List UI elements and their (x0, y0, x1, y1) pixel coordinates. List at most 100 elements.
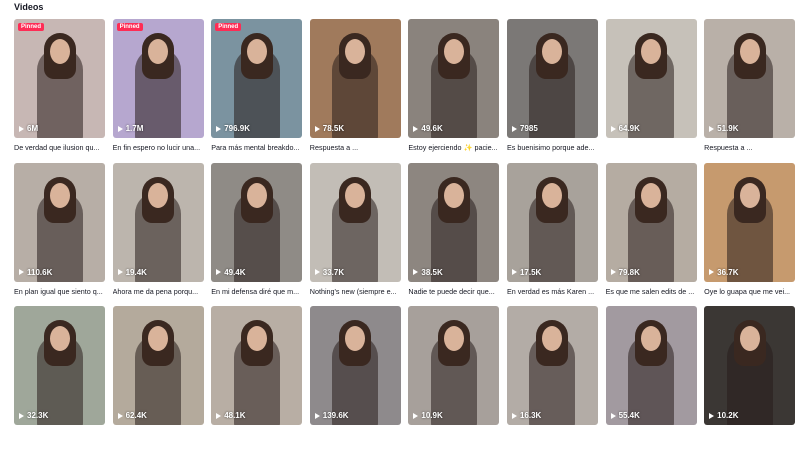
video-thumbnail[interactable]: 17.5K (506, 162, 598, 282)
person-figure (641, 326, 662, 351)
view-count-text: 51.9K (717, 124, 739, 133)
person-figure (148, 182, 169, 208)
video-thumbnail[interactable]: 55.4K (605, 306, 697, 425)
video-caption[interactable]: Nadie te puede decir que... (408, 287, 499, 296)
view-count: 33.7K (314, 268, 344, 277)
view-count-text: 16.3K (519, 411, 542, 420)
video-thumbnail[interactable]: Pinned 1.7M (112, 19, 204, 138)
video-caption[interactable]: Nothing's new (siempre e... (310, 287, 401, 296)
person-figure (443, 326, 464, 351)
video-thumbnail[interactable]: Pinned 6M (14, 19, 105, 138)
video-thumbnail[interactable]: 64.9K (605, 19, 697, 138)
video-thumbnail[interactable]: 36.7K (704, 162, 796, 282)
view-count: 79.8K (610, 267, 640, 277)
video-caption[interactable]: Ahora me da pena porqu... (113, 287, 204, 296)
video-card[interactable]: 38.5K Nadie te puede decir que... (408, 162, 500, 307)
video-card[interactable]: 10.2K (704, 306, 796, 450)
view-count-text: 19.4K (125, 267, 147, 277)
video-card[interactable]: 49.4K En mi defensa diré que m... (211, 162, 303, 307)
video-card[interactable]: 78.5K Respuesta a ... (309, 19, 401, 163)
video-caption[interactable]: De verdad que ilusion qu... (14, 143, 105, 152)
view-count: 139.6K (314, 411, 349, 420)
view-count-text: 10.2K (717, 411, 739, 420)
play-icon (314, 412, 320, 419)
view-count-text: 796.9K (224, 124, 250, 133)
video-card[interactable]: 64.9K (605, 19, 697, 163)
video-caption[interactable]: En fin espero no lucir una... (113, 143, 204, 152)
video-card[interactable]: Pinned 6M De verdad que ilusion qu... (14, 19, 105, 163)
video-card[interactable]: 16.3K (506, 306, 598, 450)
play-icon (413, 412, 419, 419)
view-count: 51.9K (709, 124, 739, 133)
video-thumbnail[interactable]: 10.2K (704, 306, 796, 425)
video-caption[interactable]: Es buenisimo porque ade... (507, 143, 598, 152)
person-figure (345, 182, 366, 208)
video-thumbnail[interactable]: 10.9K (408, 306, 500, 425)
video-caption[interactable]: En plan igual que siento q... (14, 287, 105, 296)
video-caption[interactable]: Es que me salen edits de ... (606, 287, 697, 296)
view-count-text: 79.8K (618, 267, 640, 277)
view-count-text: 49.6K (421, 124, 443, 133)
video-card[interactable]: Pinned 1.7M En fin espero no lucir una... (112, 19, 204, 163)
video-caption[interactable]: Oye lo guapa que me vei... (704, 287, 795, 296)
video-thumbnail[interactable]: 110.6K (14, 162, 105, 282)
view-count-text: 139.6K (322, 411, 349, 420)
play-icon (610, 412, 616, 419)
video-card[interactable]: 33.7K Nothing's new (siempre e... (309, 162, 401, 307)
video-card[interactable]: 17.5K En verdad es más Karen ... (506, 162, 598, 307)
video-thumbnail[interactable]: 7985 (506, 19, 598, 138)
video-thumbnail[interactable]: 79.8K (605, 162, 697, 282)
video-thumbnail[interactable]: 62.4K (112, 306, 204, 425)
play-icon (413, 125, 419, 132)
play-icon (610, 125, 616, 132)
person-figure (739, 182, 760, 208)
play-icon (216, 125, 222, 132)
video-card[interactable]: 79.8K Es que me salen edits de ... (605, 162, 697, 307)
video-card[interactable]: 48.1K (211, 306, 303, 450)
video-thumbnail[interactable]: 33.7K (309, 162, 401, 282)
view-count-text: 7985 (519, 124, 538, 133)
video-thumbnail[interactable]: 48.1K (211, 306, 303, 425)
video-thumbnail[interactable]: 78.5K (309, 19, 401, 138)
person-figure (542, 182, 563, 208)
video-grid: Pinned 6M De verdad que ilusion qu... Pinne… (14, 19, 798, 450)
video-caption[interactable]: Respuesta a ... (704, 143, 795, 152)
view-count-text: 49.4K (224, 267, 246, 277)
person-figure (641, 39, 662, 64)
person-figure (148, 326, 169, 351)
video-card[interactable]: 139.6K (309, 306, 401, 450)
video-card[interactable]: 51.9K Respuesta a ... (704, 19, 796, 163)
video-thumbnail[interactable]: 19.4K (112, 162, 204, 282)
video-card[interactable]: 7985 Es buenisimo porque ade... (506, 19, 598, 163)
view-count-text: 110.6K (27, 267, 53, 277)
video-thumbnail[interactable]: 51.9K (704, 19, 796, 138)
video-caption[interactable]: Estoy ejerciendo ✨ pacie... (408, 143, 499, 152)
video-card[interactable]: 62.4K (112, 306, 204, 450)
view-count: 64.9K (610, 124, 640, 133)
video-thumbnail[interactable]: 49.4K (211, 162, 303, 282)
video-thumbnail[interactable]: Pinned 796.9K (211, 19, 303, 138)
video-card[interactable]: 55.4K (605, 306, 697, 450)
play-icon (511, 125, 517, 132)
video-card[interactable]: 49.6K Estoy ejerciendo ✨ pacie... (408, 19, 500, 163)
view-count-text: 10.9K (421, 411, 443, 420)
video-thumbnail[interactable]: 38.5K (408, 162, 500, 282)
video-caption[interactable]: Respuesta a ... (310, 143, 401, 152)
video-thumbnail[interactable]: 49.6K (408, 19, 500, 138)
video-caption[interactable]: En mi defensa diré que m... (211, 287, 302, 296)
video-thumbnail[interactable]: 16.3K (506, 306, 598, 425)
video-caption[interactable]: Para más mental breakdo... (211, 143, 302, 152)
video-card[interactable]: 110.6K En plan igual que siento q... (14, 162, 105, 307)
video-caption[interactable]: En verdad es más Karen ... (507, 287, 598, 296)
video-card[interactable]: 10.9K (408, 306, 500, 450)
video-card[interactable]: 32.3K (14, 306, 105, 450)
video-thumbnail[interactable]: 139.6K (309, 306, 401, 425)
video-card[interactable]: 19.4K Ahora me da pena porqu... (112, 162, 204, 307)
person-figure (739, 326, 760, 351)
play-icon (314, 269, 320, 275)
view-count-text: 55.4K (618, 411, 640, 420)
video-card[interactable]: 36.7K Oye lo guapa que me vei... (704, 162, 796, 307)
video-card[interactable]: Pinned 796.9K Para más mental breakdo... (211, 19, 303, 163)
video-thumbnail[interactable]: 32.3K (14, 306, 105, 425)
play-icon (314, 125, 320, 132)
